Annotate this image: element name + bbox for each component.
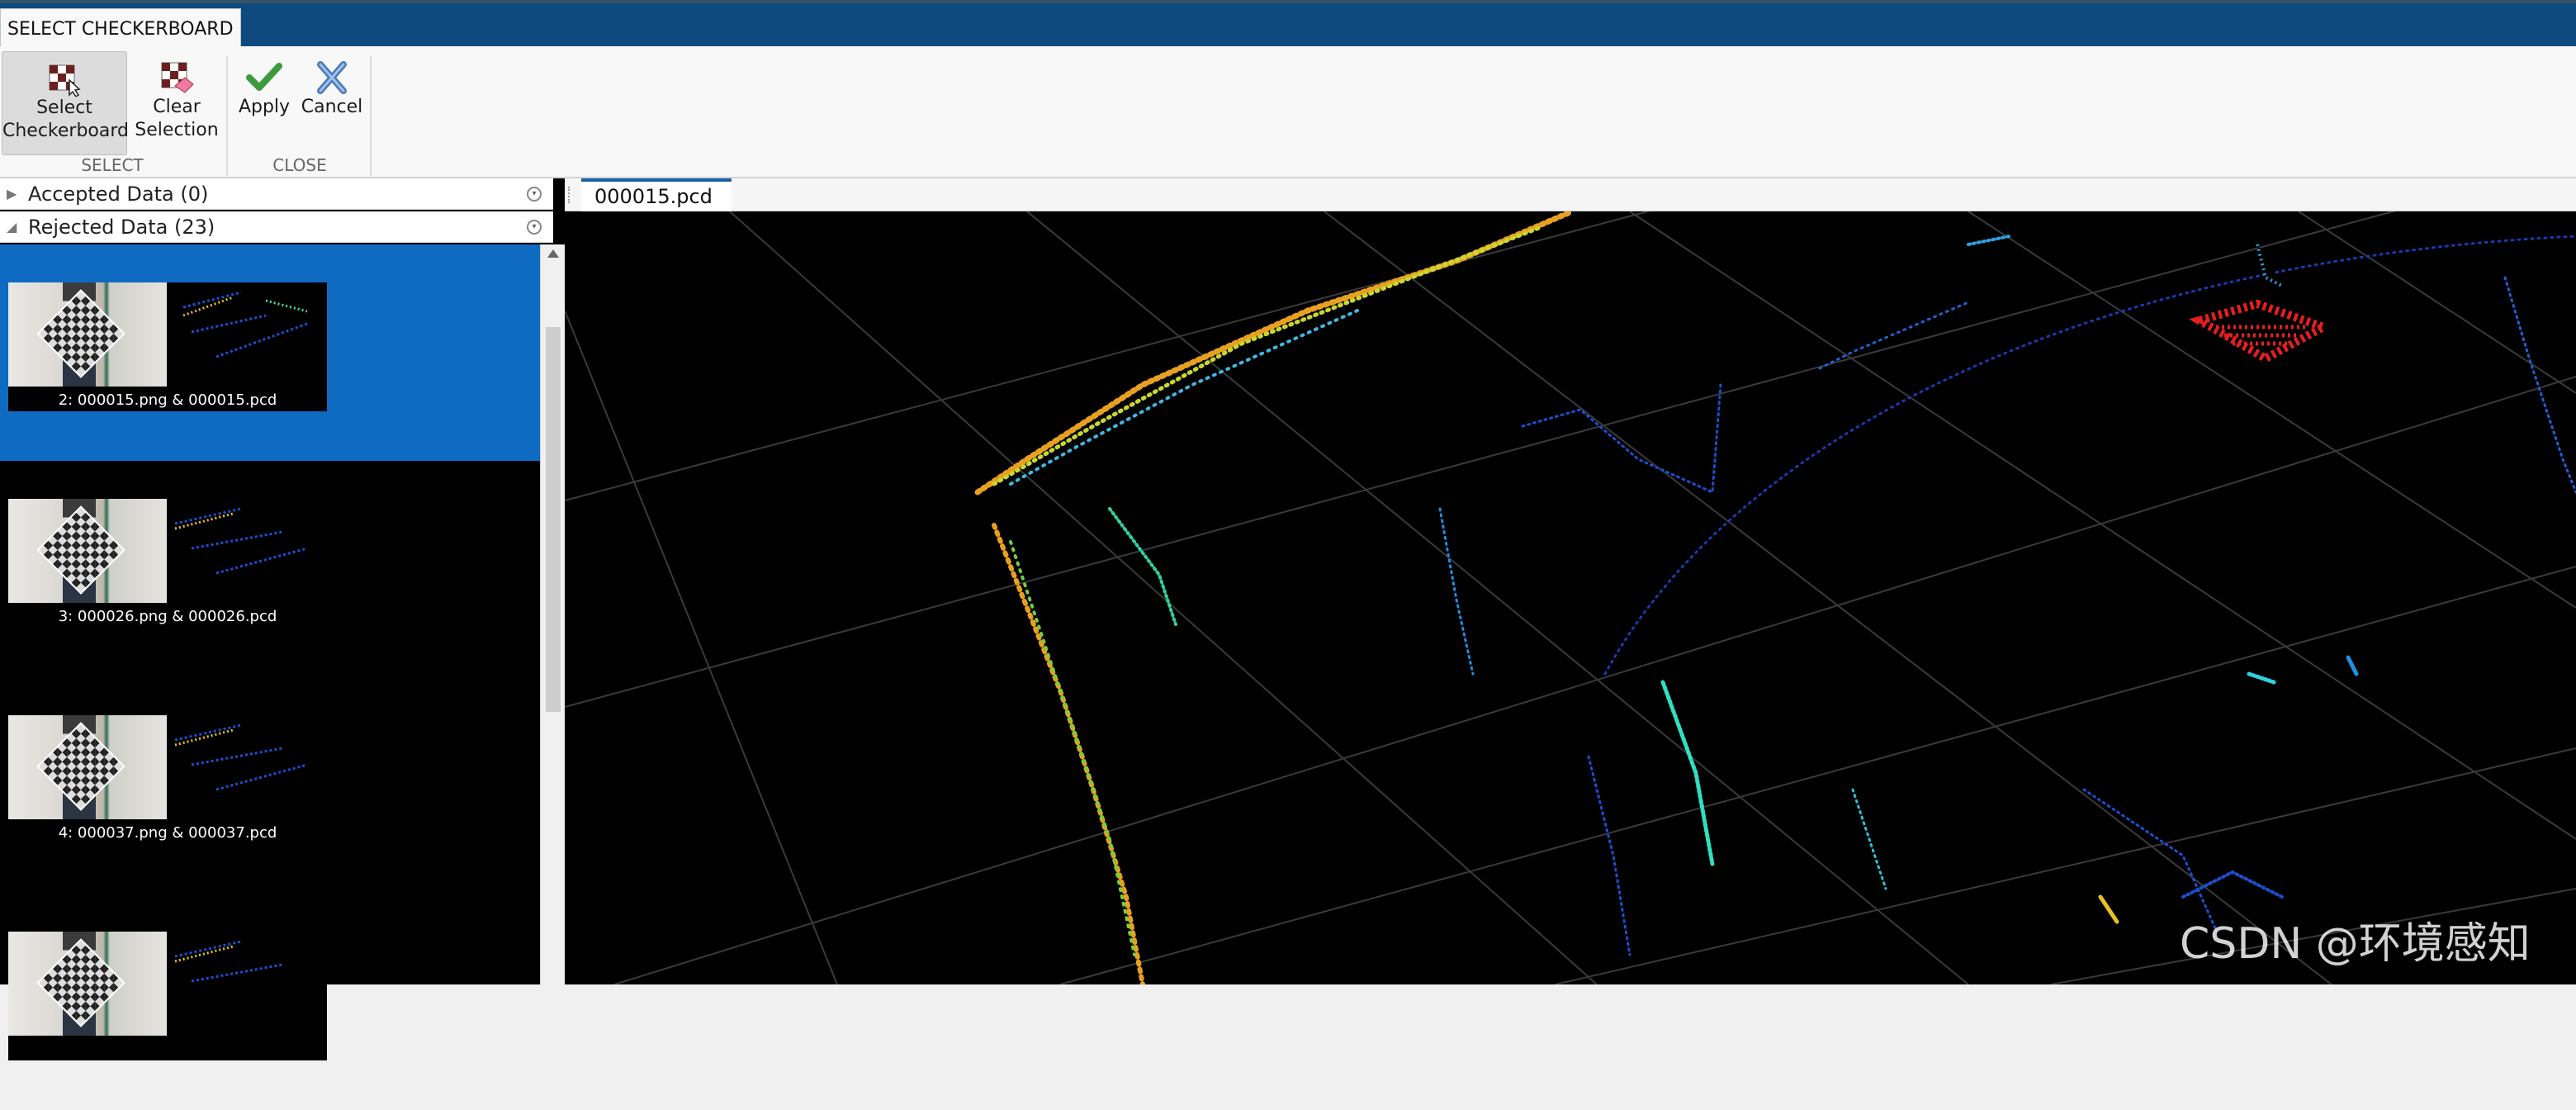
pointcloud-image bbox=[167, 715, 327, 819]
camera-image bbox=[8, 932, 167, 1036]
chevron-down-icon[interactable]: ▾ bbox=[527, 220, 542, 235]
drag-handle-icon[interactable] bbox=[568, 187, 575, 203]
select-checkerboard-label-2: Checkerboard bbox=[2, 121, 130, 141]
cancel-label: Cancel bbox=[301, 97, 363, 117]
ribbon-separator bbox=[370, 56, 372, 176]
toolstrip-title-bar: SELECT CHECKERBOARD bbox=[0, 0, 2576, 50]
tab-pointcloud-file[interactable]: 000015.pcd bbox=[581, 178, 732, 211]
pointcloud-image bbox=[167, 932, 327, 1036]
list-item[interactable]: 4: 000037.png & 000037.pcd bbox=[0, 677, 540, 894]
pointcloud-viewer[interactable] bbox=[565, 211, 2576, 984]
thumbnail-caption: 4: 000037.png & 000037.pcd bbox=[58, 824, 277, 842]
thumbnail bbox=[8, 932, 327, 1060]
camera-image bbox=[8, 499, 167, 603]
thumbnail: 4: 000037.png & 000037.pcd bbox=[8, 715, 327, 844]
camera-image bbox=[8, 282, 167, 387]
accepted-data-label: Accepted Data (0) bbox=[28, 183, 209, 206]
thumbnail-caption: 3: 000026.png & 000026.pcd bbox=[58, 608, 277, 625]
pointcloud-image bbox=[167, 282, 327, 387]
scroll-thumb[interactable] bbox=[546, 327, 561, 712]
lidar-points bbox=[974, 211, 2576, 984]
browser-scrollbar[interactable] bbox=[540, 244, 565, 984]
close-group-label: CLOSE bbox=[272, 155, 327, 175]
thumbnail-caption: 2: 000015.png & 000015.pcd bbox=[58, 391, 277, 409]
accepted-data-header[interactable]: ▶ Accepted Data (0) ▾ bbox=[0, 178, 553, 210]
data-browser: ▶ Accepted Data (0) ▾ ◢ Rejected Data (2… bbox=[0, 178, 565, 1060]
watermark: CSDN @环境感知 bbox=[2180, 919, 2531, 969]
pointcloud-image bbox=[167, 499, 327, 603]
clear-selection-label-1: Clear bbox=[153, 97, 201, 117]
clear-selection-icon bbox=[161, 62, 194, 93]
checkerboard-target[interactable] bbox=[2189, 244, 2334, 363]
scroll-up-icon[interactable] bbox=[547, 249, 559, 258]
view-tab-bar: 000015.pcd bbox=[565, 178, 2576, 211]
checkmark-icon bbox=[246, 63, 282, 91]
apply-label: Apply bbox=[238, 97, 291, 117]
list-item[interactable]: 3: 000026.png & 000026.pcd bbox=[0, 461, 540, 677]
clear-selection-label-2: Selection bbox=[135, 120, 219, 140]
expand-arrow-icon: ▶ bbox=[7, 186, 17, 202]
checkerboard-select-icon bbox=[49, 64, 81, 97]
camera-image bbox=[8, 715, 167, 819]
select-group-label: SELECT bbox=[81, 155, 144, 175]
tab-select-checkerboard[interactable]: SELECT CHECKERBOARD bbox=[0, 8, 241, 50]
select-checkerboard-button[interactable]: Select Checkerboard bbox=[2, 51, 130, 155]
select-checkerboard-label-1: Select bbox=[36, 97, 92, 118]
rejected-data-header[interactable]: ◢ Rejected Data (23) ▾ bbox=[0, 211, 553, 243]
collapse-arrow-icon: ◢ bbox=[7, 219, 17, 235]
cancel-button[interactable]: Cancel bbox=[299, 51, 365, 155]
apply-button[interactable]: Apply bbox=[233, 51, 296, 155]
ribbon: Select Checkerboard Clear Selection Appl… bbox=[0, 46, 2576, 178]
close-icon bbox=[317, 61, 347, 94]
thumbnail: 3: 000026.png & 000026.pcd bbox=[8, 499, 327, 628]
thumbnail: 2: 000015.png & 000015.pcd bbox=[8, 282, 327, 411]
list-item[interactable] bbox=[0, 894, 540, 1110]
clear-selection-button[interactable]: Clear Selection bbox=[132, 51, 221, 155]
list-item[interactable]: 2: 000015.png & 000015.pcd bbox=[0, 244, 540, 461]
ribbon-separator bbox=[226, 56, 228, 176]
chevron-down-icon[interactable]: ▾ bbox=[527, 187, 542, 202]
rejected-data-label: Rejected Data (23) bbox=[28, 216, 215, 239]
